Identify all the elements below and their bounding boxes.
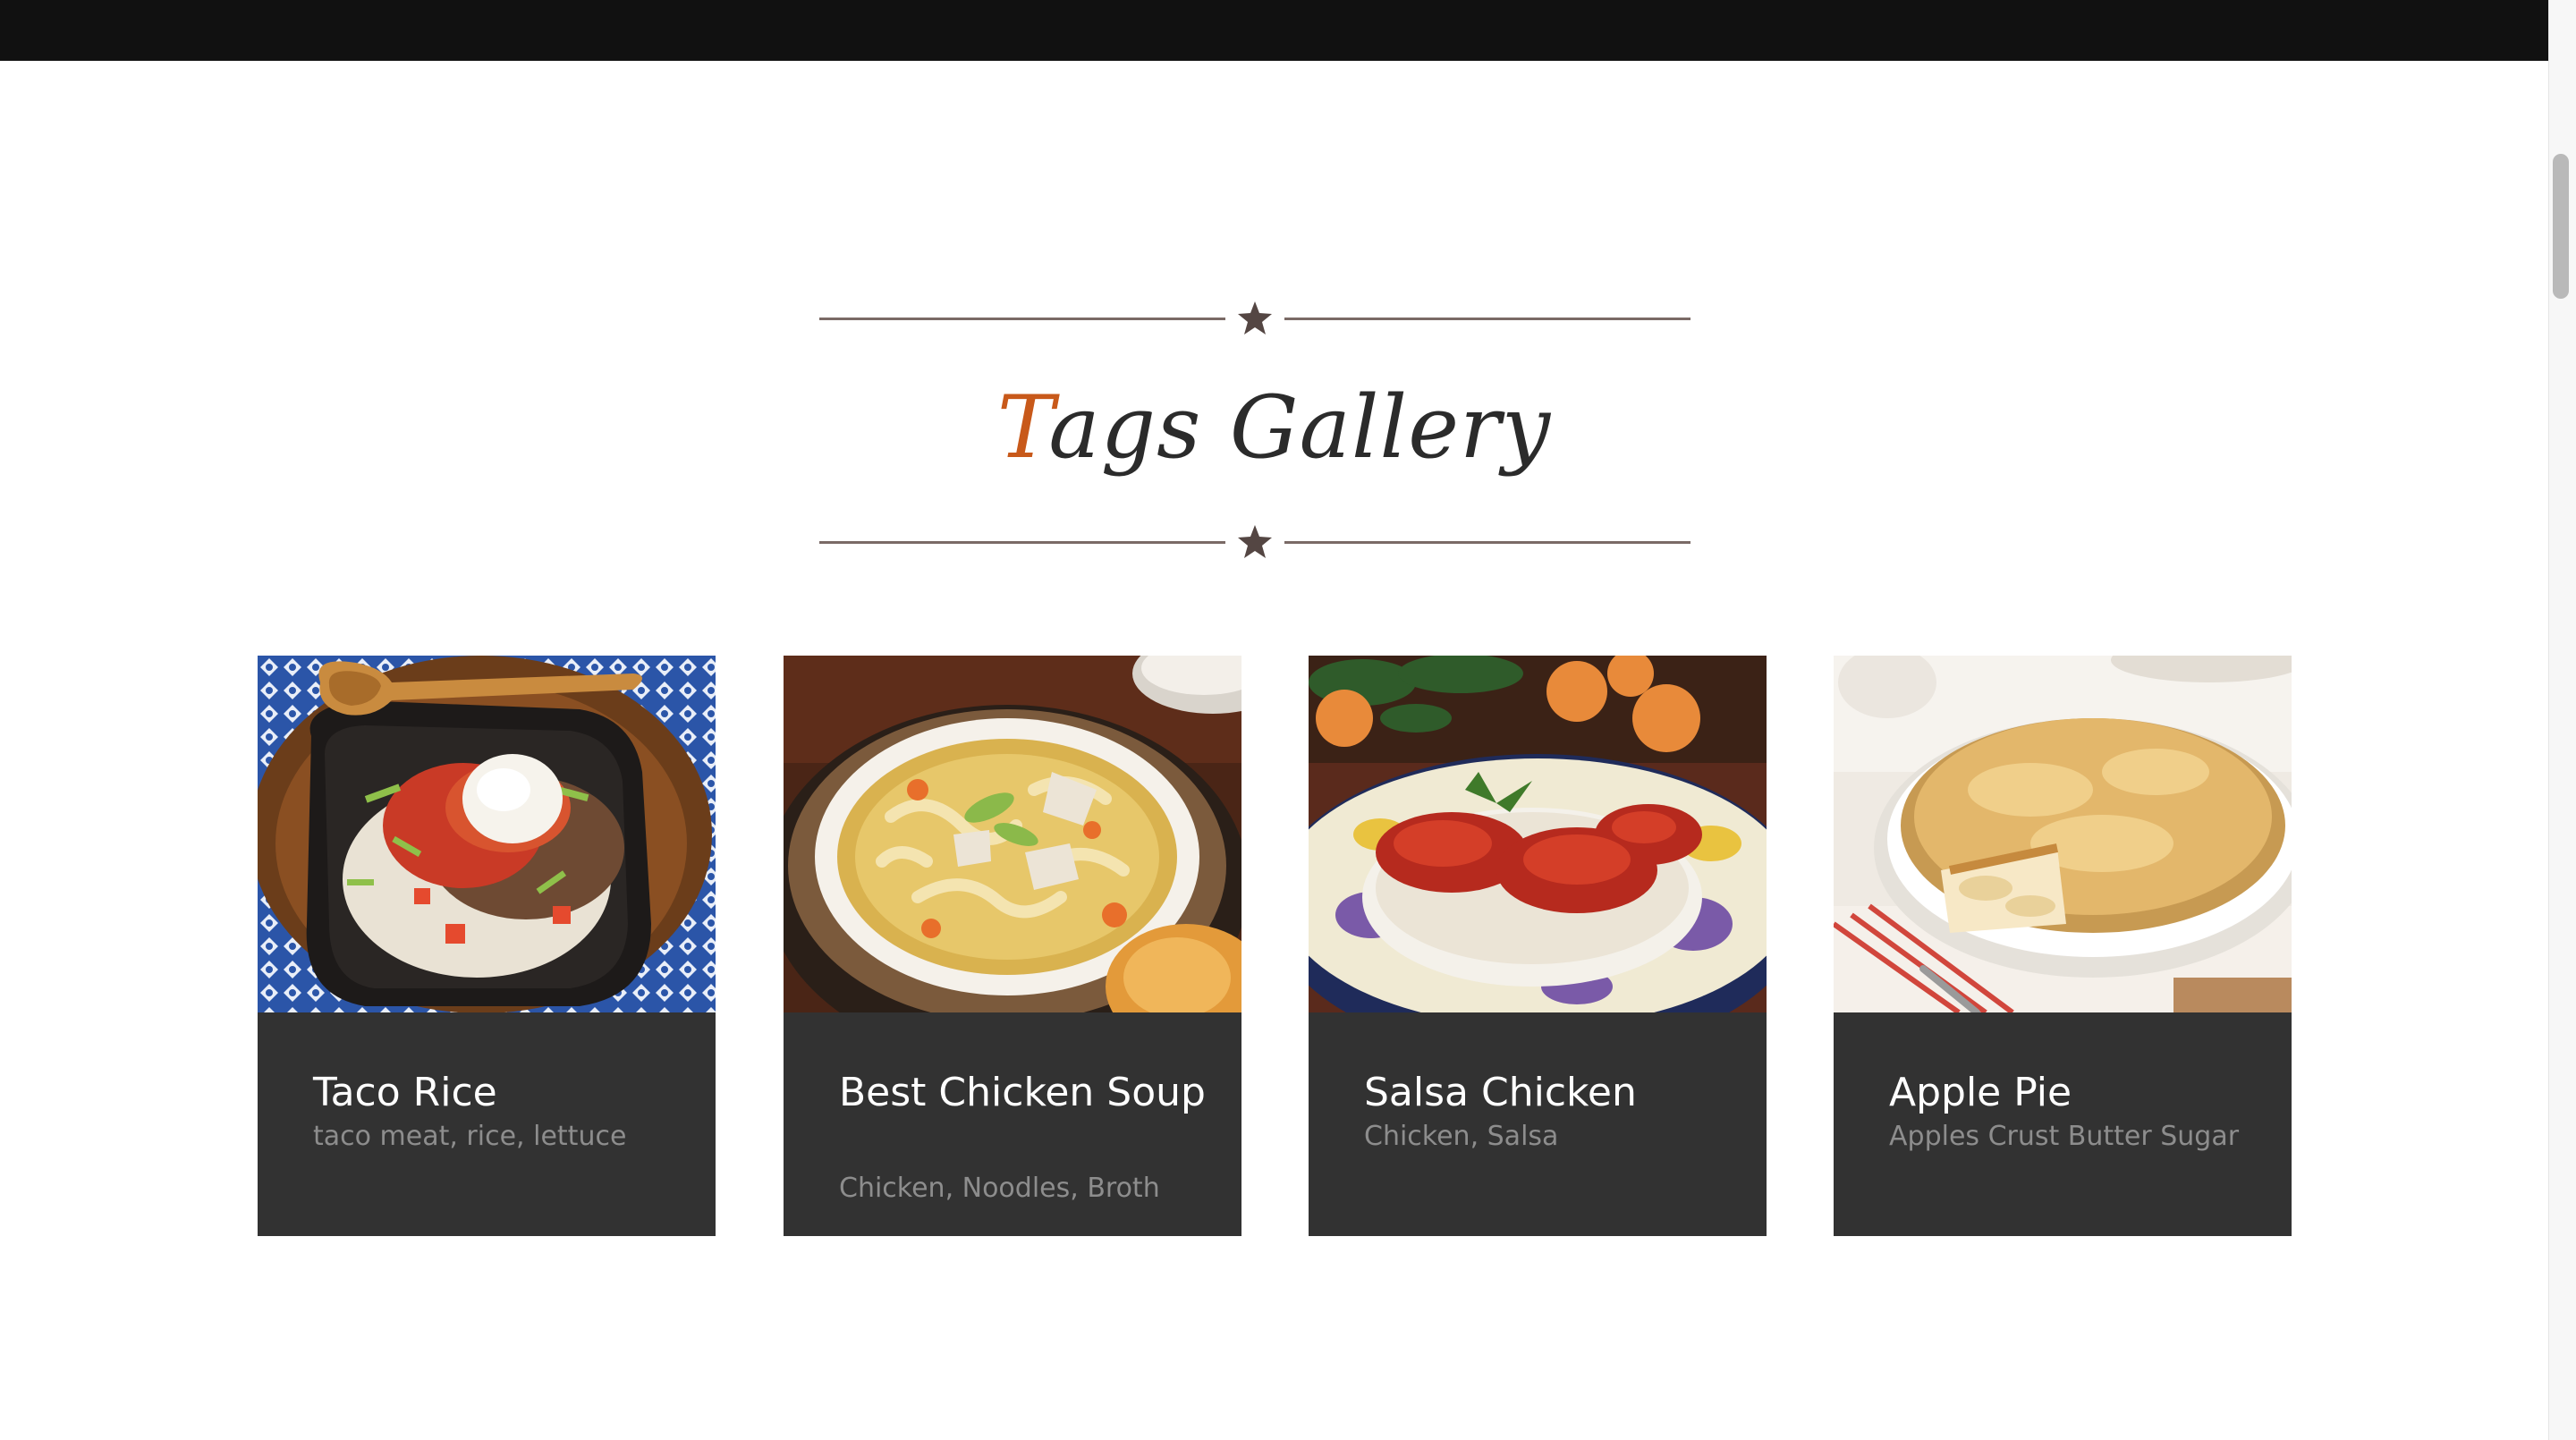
- title-rest: ags Gallery: [1048, 377, 1552, 478]
- recipe-name[interactable]: Salsa Chicken: [1364, 1067, 1740, 1119]
- recipe-photo[interactable]: [784, 656, 1241, 1012]
- recipe-tags: Apples Crust Butter Sugar: [1889, 1121, 2240, 1152]
- star-icon: [1238, 525, 1272, 558]
- divider-line: [1284, 541, 1690, 544]
- recipe-photo[interactable]: [1309, 656, 1767, 1012]
- scrollbar-thumb[interactable]: [2553, 154, 2569, 299]
- recipe-photo[interactable]: [258, 656, 716, 1012]
- recipe-card-apple-pie[interactable]: Apple Pie Apples Crust Butter Sugar: [1834, 656, 2292, 1236]
- recipe-name[interactable]: Taco Rice: [313, 1067, 689, 1119]
- recipe-card-best-chicken-soup[interactable]: Best Chicken Soup Chicken, Noodles, Brot…: [784, 656, 1241, 1236]
- recipe-name[interactable]: Best Chicken Soup: [839, 1067, 1215, 1119]
- divider-line: [819, 541, 1225, 544]
- recipe-card-salsa-chicken[interactable]: Salsa Chicken Chicken, Salsa: [1309, 656, 1767, 1236]
- recipe-name[interactable]: Apple Pie: [1889, 1067, 2265, 1119]
- divider-line: [1284, 318, 1690, 320]
- recipe-tags: taco meat, rice, lettuce: [313, 1121, 627, 1152]
- recipe-tags: Chicken, Noodles, Broth: [839, 1173, 1160, 1204]
- divider-line: [819, 318, 1225, 320]
- title-divider-top: [819, 301, 1690, 336]
- title-divider-bottom: [819, 524, 1690, 560]
- recipe-tags: Chicken, Salsa: [1364, 1121, 1559, 1152]
- top-nav-bar: [0, 0, 2548, 61]
- recipe-card-taco-rice[interactable]: Taco Rice taco meat, rice, lettuce: [258, 656, 716, 1236]
- title-first-letter: T: [996, 377, 1049, 478]
- recipe-photo[interactable]: [1834, 656, 2292, 1012]
- star-icon: [1238, 301, 1272, 335]
- page-title: Tags Gallery: [0, 365, 2548, 490]
